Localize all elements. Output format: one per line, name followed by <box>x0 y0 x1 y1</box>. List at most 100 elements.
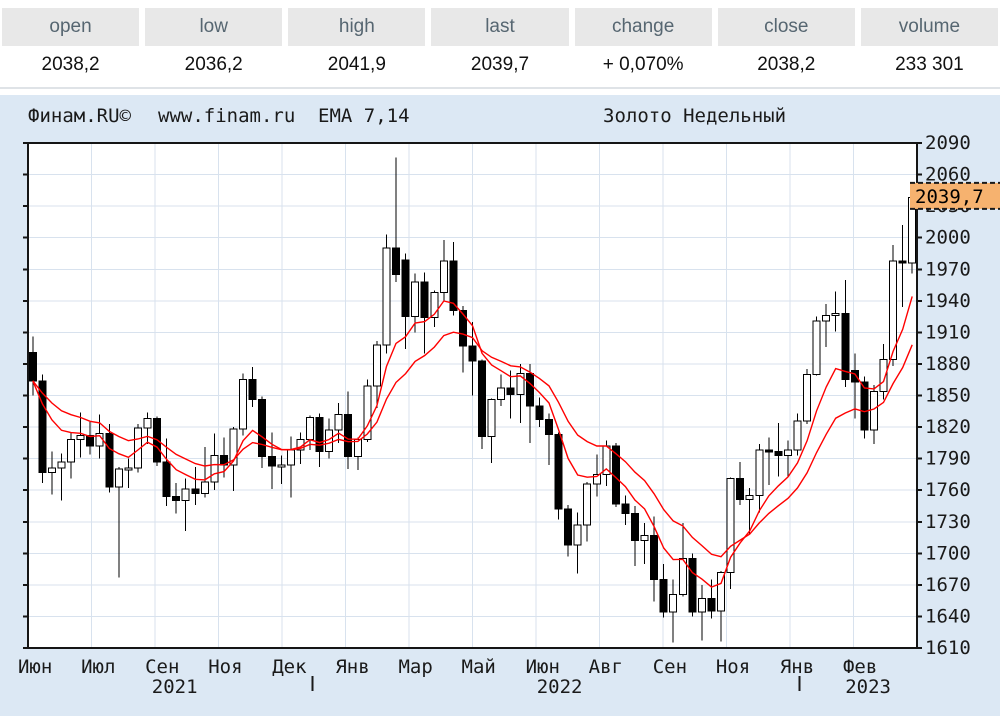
quote-header-high: high <box>288 8 425 46</box>
last-price-label: 2039,7 <box>915 186 984 208</box>
candle-up <box>68 440 75 462</box>
candle-up <box>440 261 447 293</box>
candle-down <box>421 282 428 318</box>
candle-up <box>641 535 648 540</box>
y-axis-label: 1940 <box>925 290 971 312</box>
candle-down <box>708 599 715 612</box>
y-axis-label: 2060 <box>925 164 971 186</box>
x-month-label: Янв <box>780 656 814 678</box>
candle-up <box>144 419 151 428</box>
quote-value-close: 2038,2 <box>718 46 855 84</box>
quote-header-low: low <box>145 8 282 46</box>
x-month-label: Июн <box>526 656 560 678</box>
candle-up <box>287 450 294 465</box>
quote-value-open: 2038,2 <box>2 46 139 84</box>
chart-panel: Финам.RU© www.finam.ru EMA 7,14 Золото Н… <box>0 95 1000 716</box>
candle-down <box>660 580 667 613</box>
candle-down <box>106 433 113 487</box>
x-month-label: Июл <box>81 656 115 678</box>
x-month-label: Ноя <box>208 656 242 678</box>
candle-down <box>851 370 858 382</box>
candle-down <box>402 260 409 317</box>
candle-down <box>842 313 849 379</box>
finam-gold-chart-widget: open low high last change close volume 2… <box>0 0 1000 716</box>
candle-up <box>679 559 686 595</box>
candle-up <box>335 414 342 430</box>
quote-header-open: open <box>2 8 139 46</box>
candle-up <box>498 388 505 400</box>
candle-up <box>115 469 122 487</box>
candle-up <box>412 282 419 317</box>
quote-value-volume: 233 301 <box>861 46 998 84</box>
candle-up <box>813 321 820 375</box>
y-axis-label: 1880 <box>925 353 971 375</box>
candle-up <box>125 468 132 470</box>
quote-value-change: + 0,070% <box>575 46 712 84</box>
candle-down <box>899 261 906 263</box>
candle-up <box>278 465 285 467</box>
candle-down <box>632 513 639 540</box>
quote-value-low: 2036,2 <box>145 46 282 84</box>
candle-down <box>536 406 543 420</box>
candle-up <box>354 440 361 457</box>
candle-down <box>469 346 476 361</box>
candle-down <box>507 388 514 394</box>
candle-down <box>249 380 256 400</box>
y-axis-label: 1790 <box>925 448 971 470</box>
candle-up <box>306 418 313 440</box>
candle-up <box>756 450 763 495</box>
quote-value-last: 2039,7 <box>431 46 568 84</box>
candle-up <box>804 374 811 420</box>
candle-up <box>823 316 830 321</box>
candle-down <box>393 248 400 274</box>
quote-table-header-row: open low high last change close volume <box>0 8 1000 46</box>
candle-down <box>316 418 323 452</box>
y-axis-label: 1610 <box>925 637 971 659</box>
candle-up <box>870 391 877 430</box>
candle-down <box>459 310 466 346</box>
candle-down <box>565 509 572 545</box>
candle-up <box>584 484 591 525</box>
y-axis-label: 1820 <box>925 416 971 438</box>
quote-table: open low high last change close volume 2… <box>0 0 1000 84</box>
y-axis-label: 1640 <box>925 605 971 627</box>
y-axis-label: 1970 <box>925 258 971 280</box>
y-axis-label: 1700 <box>925 542 971 564</box>
y-axis-label: 2090 <box>925 132 971 154</box>
candle-down <box>192 489 199 493</box>
x-month-label: Июн <box>18 656 52 678</box>
x-month-label: Сен <box>653 656 687 678</box>
candle-down <box>39 381 46 473</box>
x-year-label: 2022 <box>537 676 583 698</box>
candle-up <box>574 525 581 545</box>
quote-value-high: 2041,9 <box>288 46 425 84</box>
candle-down <box>173 497 180 501</box>
x-month-label: Авг <box>589 656 623 678</box>
x-year-label: 2023 <box>845 676 891 698</box>
x-month-label: Ноя <box>716 656 750 678</box>
candle-up <box>746 495 753 499</box>
candle-up <box>182 489 189 501</box>
y-axis-label: 1910 <box>925 321 971 343</box>
candle-down <box>259 400 266 457</box>
candle-down <box>545 420 552 435</box>
candle-down <box>163 462 170 497</box>
candle-down <box>689 559 696 613</box>
candle-up <box>77 435 84 439</box>
candle-down <box>479 361 486 437</box>
x-month-label: Дек <box>272 656 307 678</box>
quote-header-close: close <box>718 8 855 46</box>
candle-down <box>622 504 629 513</box>
y-axis-label: 1850 <box>925 385 971 407</box>
candle-up <box>48 468 55 472</box>
candle-down <box>765 450 772 452</box>
candle-down <box>737 479 744 500</box>
candle-up <box>240 380 247 429</box>
candle-down <box>775 451 782 455</box>
candle-up <box>698 599 705 613</box>
candle-down <box>555 434 562 509</box>
x-month-label: Май <box>462 656 496 678</box>
candle-up <box>794 421 801 450</box>
table-divider <box>0 87 1000 89</box>
candle-down <box>29 352 36 380</box>
